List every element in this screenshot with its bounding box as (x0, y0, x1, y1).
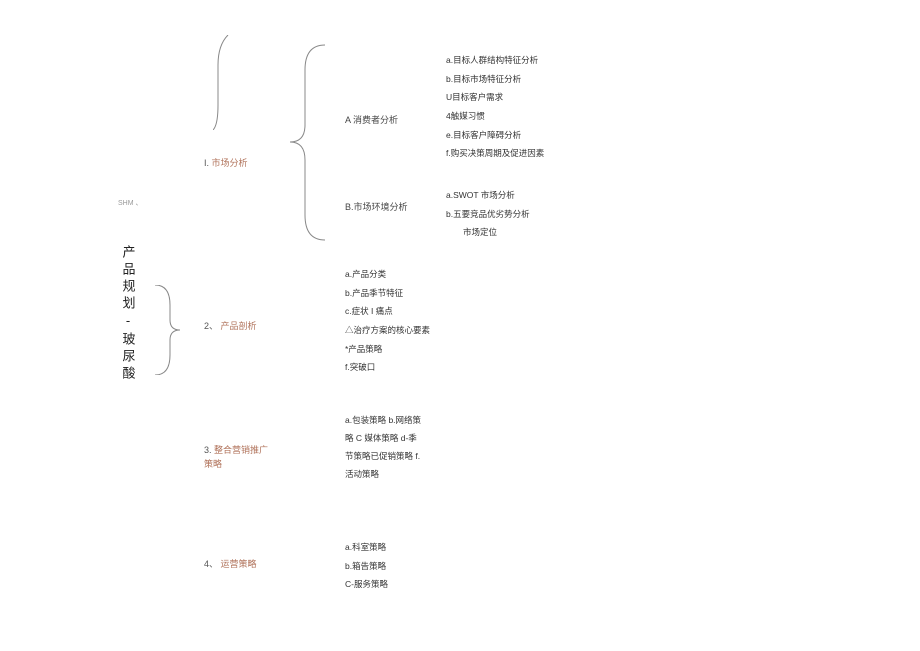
leaf-item: b.目标市场特征分析 (446, 70, 544, 89)
node-market-analysis: I. 市场分析 (204, 156, 248, 169)
leaf-item: a.科室策略 (345, 538, 388, 557)
leaf-item: a.产品分类 (345, 265, 430, 284)
node-label: 产品剖析 (221, 321, 257, 331)
leaf-item: f.购买决策周期及促进因素 (446, 144, 544, 163)
node-num: 4、 (204, 559, 218, 569)
leaf-item: a.目标人群结构特征分析 (446, 51, 544, 70)
root-title: 产品规划-玻尿酸 (118, 245, 138, 383)
node-num: 2、 (204, 321, 218, 331)
leaf-item: b.产品季节特征 (345, 284, 430, 303)
node-label: 运营策略 (221, 559, 257, 569)
leaf-item: a.SWOT 市场分析 (446, 186, 530, 205)
node-product-analysis: 2、 产品剖析 (204, 319, 257, 332)
leaf-group-consumer: a.目标人群结构特征分析 b.目标市场特征分析 U目标客户需求 4触媒习惯 e.… (446, 51, 544, 163)
leaf-item: 市场定位 (446, 223, 530, 242)
node-num: 3. (204, 445, 212, 455)
leaf-item: U目标客户需求 (446, 88, 544, 107)
leaf-group-marketing: a.包装策略 b.网络策略 C 媒体策略 d-季节策略已促销策略 f.活动策略 (345, 412, 425, 483)
leaf-item: *产品策略 (345, 340, 430, 359)
brace-icon (270, 40, 330, 245)
leaf-item: b.箱告策略 (345, 557, 388, 576)
leaf-group-operations: a.科室策略 b.箱告策略 C-服务策略 (345, 538, 388, 594)
leaf-item: 4触媒习惯 (446, 107, 544, 126)
leaf-item: c.症状 I 痛点 (345, 302, 430, 321)
leaf-item: e.目标客户障碍分析 (446, 126, 544, 145)
leaf-item: b.五要竞品优劣势分析 (446, 205, 530, 224)
root-mark: SHM 、 (118, 200, 143, 208)
node-marketing-strategy: 3. 整合营销推广 策略 (204, 443, 268, 472)
node-num: I. (204, 158, 209, 168)
node-consumer-analysis: A 消费者分析 (345, 113, 398, 126)
node-operations-strategy: 4、 运营策略 (204, 557, 257, 570)
leaf-item: f.突破口 (345, 358, 430, 377)
leaf-group-market-env: a.SWOT 市场分析 b.五要竞品优劣势分析 市场定位 (446, 186, 530, 242)
brace-icon (213, 35, 233, 130)
node-market-env-analysis: B.市场环境分析 (345, 200, 408, 213)
node-label: 市场分析 (212, 158, 248, 168)
node-label: 整合营销推广 策略 (204, 445, 268, 469)
brace-icon (150, 285, 190, 375)
leaf-item: △治疗方案的核心要素 (345, 321, 430, 340)
leaf-item: C-服务策略 (345, 575, 388, 594)
leaf-group-product: a.产品分类 b.产品季节特征 c.症状 I 痛点 △治疗方案的核心要素 *产品… (345, 265, 430, 377)
